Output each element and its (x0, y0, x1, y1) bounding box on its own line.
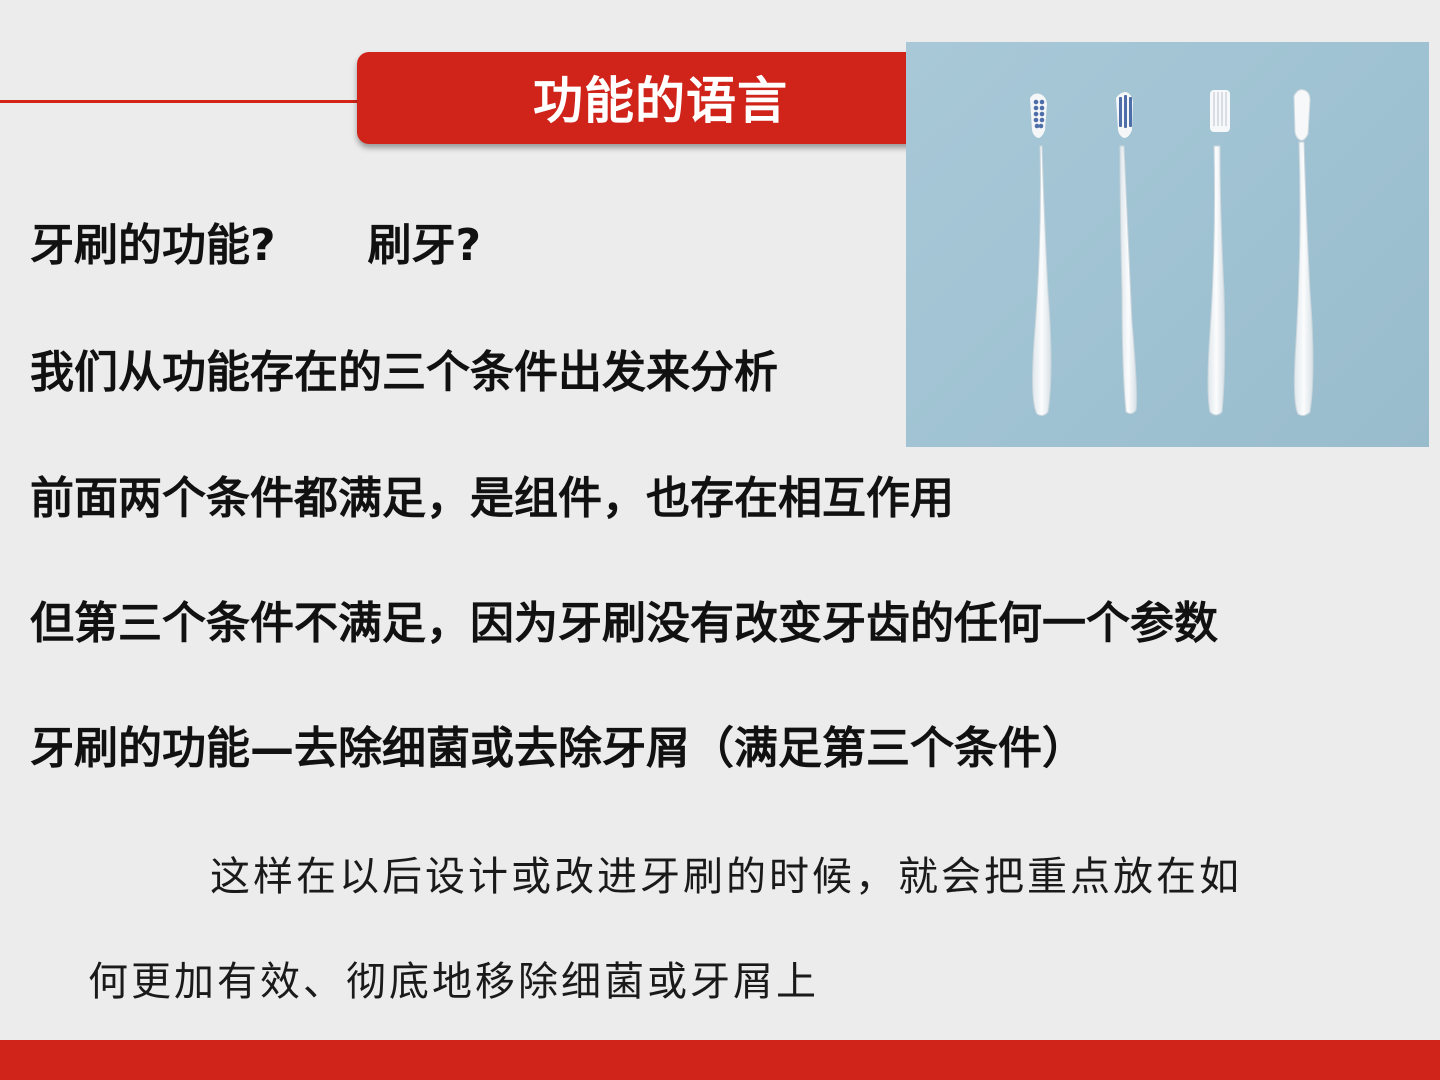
conclusion-line-2: 何更加有效、彻底地移除细菌或牙屑上 (88, 959, 819, 1005)
question-text: 牙刷的功能? (30, 220, 276, 271)
title-rule-line (0, 100, 370, 103)
toothbrush-2 (1116, 92, 1137, 415)
toothbrush-3 (1207, 90, 1230, 416)
question-line: 牙刷的功能? 刷牙? (30, 218, 481, 274)
answer-text: 刷牙? (367, 220, 482, 271)
condition-unmet-line: 但第三个条件不满足，因为牙刷没有改变牙齿的任何一个参数 (30, 598, 1218, 649)
footer-bar (0, 1040, 1440, 1080)
conclusion-line-1: 这样在以后设计或改进牙刷的时候，就会把重点放在如 (210, 854, 1242, 900)
toothbrush-4 (1293, 89, 1314, 417)
analysis-line: 我们从功能存在的三个条件出发来分析 (30, 347, 778, 398)
conditions-met-line: 前面两个条件都满足，是组件，也存在相互作用 (30, 473, 954, 524)
slide-title: 功能的语言 (533, 72, 788, 130)
toothbrush-photo (906, 42, 1429, 447)
function-definition-line: 牙刷的功能—去除细菌或去除牙屑（满足第三个条件） (30, 723, 1086, 774)
toothbrush-icon (1030, 89, 1314, 417)
slide: 功能的语言 牙刷的功能? 刷牙? 我们从功能存在的三个条件出发来分析 前面两个条… (0, 0, 1440, 1080)
toothbrush-1 (1030, 93, 1052, 417)
